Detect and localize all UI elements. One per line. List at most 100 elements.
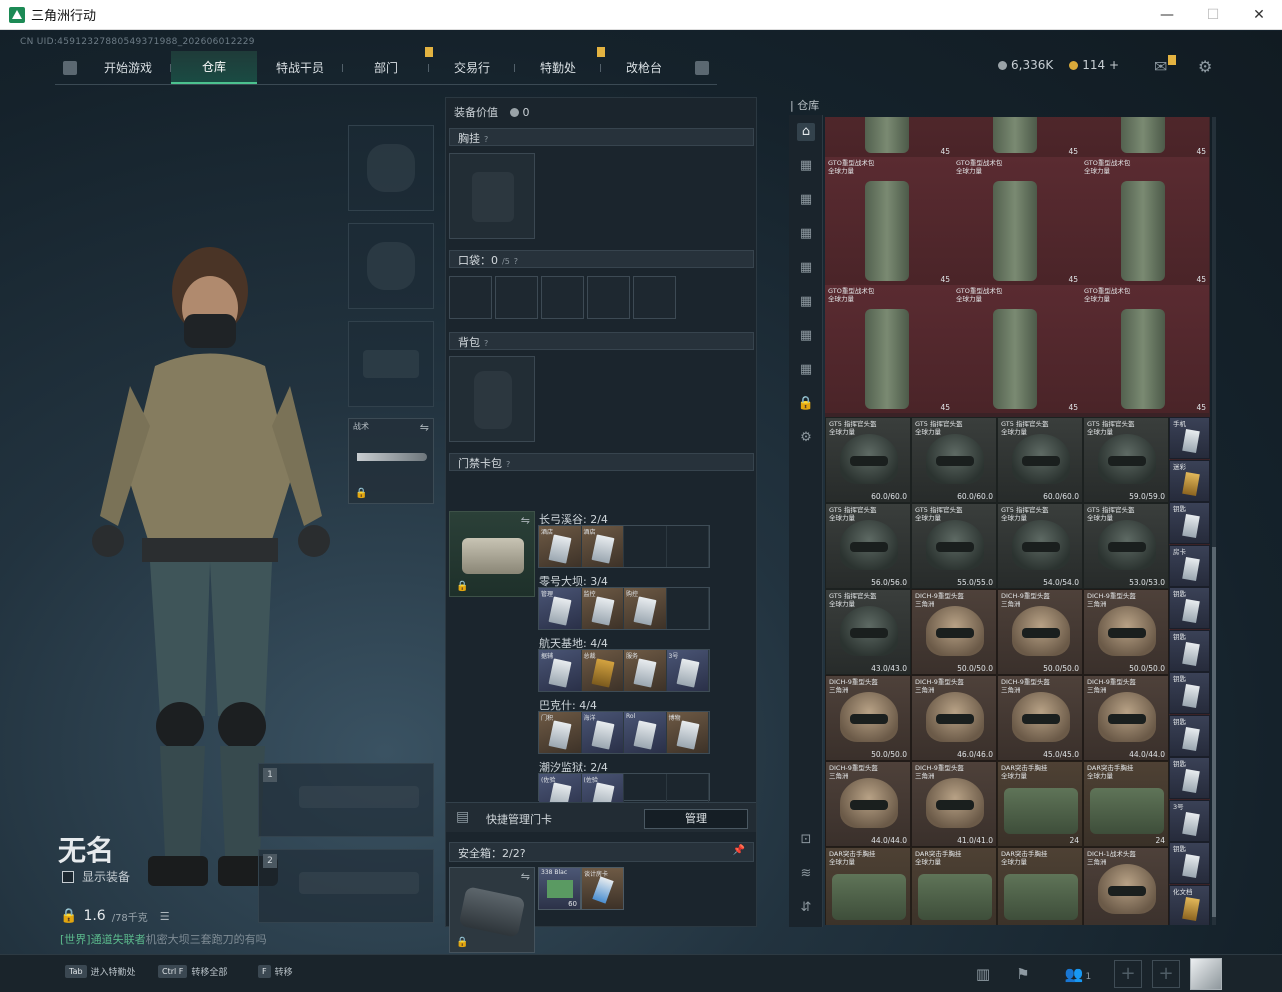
keycard-slot[interactable]: Rol [624, 712, 667, 753]
key-item[interactable]: 钥匙 [1169, 842, 1210, 884]
help-icon[interactable]: ? [514, 257, 518, 266]
manage-button[interactable]: 管理 [644, 809, 748, 829]
keycard-slot[interactable]: 据辅 [539, 650, 582, 691]
stats-chart-icon[interactable]: ▥ [970, 961, 996, 987]
friends-icon[interactable]: 👥 1 [1058, 961, 1098, 987]
safe-item-keycard[interactable]: 谈计房卡 [581, 867, 624, 910]
key-item[interactable]: 钥匙 [1169, 757, 1210, 799]
backpack-item[interactable]: 45 [953, 117, 1081, 157]
keycard-slot[interactable]: 海洋 [581, 712, 624, 753]
backpack-slot[interactable] [449, 356, 535, 442]
help-icon[interactable]: ? [520, 847, 526, 860]
avatar[interactable] [1190, 958, 1222, 990]
helmet-item[interactable]: DICH-9重型头盔 三角洲 50.0/50.0 [911, 589, 997, 675]
tab-1[interactable]: 仓库 [171, 51, 257, 84]
category-1-icon[interactable]: ▦ [797, 157, 815, 175]
swap-icon[interactable]: ⇋ [420, 421, 429, 434]
tab-5[interactable]: 特勤处 [515, 47, 605, 84]
key-item[interactable]: 化文档 [1169, 884, 1210, 925]
keycard-slot[interactable]: 酒店 [581, 526, 624, 567]
armor-slot[interactable] [348, 223, 434, 309]
helmet-item[interactable]: GT5 指挥官头盔 全球力量 60.0/60.0 [997, 417, 1083, 503]
key-item[interactable]: 钥匙 [1169, 629, 1210, 672]
helmet-slot[interactable] [348, 125, 434, 211]
help-icon[interactable]: ? [484, 339, 488, 348]
keycard-bag-slot[interactable]: ⇋ 🔒 [449, 511, 535, 597]
lock-icon[interactable]: 🔒 [797, 395, 815, 413]
helmet-item[interactable]: DICH-9重型头盔 三角洲 44.0/44.0 [825, 761, 911, 847]
pin-icon[interactable]: 📌 [733, 845, 745, 856]
keycard-slot[interactable]: 管理 [539, 588, 582, 629]
category-2-icon[interactable]: ▦ [797, 191, 815, 209]
helmet-item[interactable]: GT5 指挥官头盔 全球力量 60.0/60.0 [825, 417, 911, 503]
key-item[interactable]: 钥匙 [1169, 502, 1210, 544]
tab-4[interactable]: 交易行 [429, 51, 515, 84]
backpack-item[interactable]: 45 [1081, 117, 1209, 157]
pocket-slot[interactable] [633, 276, 676, 319]
backpack-item[interactable]: GTO重型战术包 全球力量 45 [953, 157, 1081, 285]
nav-next-button[interactable] [695, 61, 709, 75]
key-item[interactable]: 钥匙 [1169, 714, 1210, 757]
minimize-button[interactable]: — [1144, 0, 1190, 30]
helmet-item[interactable]: GT5 指挥官头盔 全球力量 59.0/59.0 [1083, 417, 1169, 503]
pistol-slot[interactable] [348, 321, 434, 407]
backpack-item[interactable]: GTO重型战术包 全球力量 45 [1081, 285, 1209, 413]
help-icon[interactable]: ? [484, 135, 488, 144]
tab-2[interactable]: 特战干员 [257, 51, 343, 84]
keycard-slot[interactable] [667, 588, 709, 629]
backpack-item[interactable]: GTO重型战术包 全球力量 45 [825, 285, 953, 413]
keycard-slot[interactable] [667, 526, 709, 567]
swap-icon[interactable]: ⇋ [521, 870, 530, 883]
show-equipment-checkbox[interactable] [62, 870, 74, 883]
hint-transfer-all[interactable]: Ctrl F 转移全部 [158, 965, 227, 978]
hint-transfer[interactable]: F 转移 [258, 965, 293, 978]
helmet-item[interactable]: DICH-9重型头盔 三角洲 50.0/50.0 [825, 675, 911, 761]
helmet-item[interactable]: DICH-9重型头盔 三角洲 41.0/41.0 [911, 761, 997, 847]
keycard-slot[interactable]: 服务 [624, 650, 667, 691]
keycard-slot[interactable]: 监控 [581, 588, 624, 629]
category-3-icon[interactable]: ▦ [797, 225, 815, 243]
pocket-slot[interactable] [587, 276, 630, 319]
melee-slot[interactable]: 战术 ⇋ 🔒 [348, 418, 434, 504]
flag-icon[interactable]: ⚑ [1010, 961, 1036, 987]
maximize-button[interactable]: ☐ [1190, 0, 1236, 30]
category-7-icon[interactable]: ▦ [797, 361, 815, 379]
backpack-item[interactable]: 45 [825, 117, 953, 157]
category-4-icon[interactable]: ▦ [797, 259, 815, 277]
gold-currency[interactable]: 114 + [1069, 58, 1119, 72]
safe-box-slot[interactable]: ⇋ 🔒 [449, 867, 535, 953]
keycard-slot[interactable]: 门积 [539, 712, 582, 753]
key-item[interactable]: 钥匙 [1169, 672, 1210, 714]
vest-item[interactable]: DAR突击手胸挂 全球力量 [825, 847, 911, 925]
backpack-item[interactable]: GTO重型战术包 全球力量 45 [953, 285, 1081, 413]
keycard-slot[interactable]: 购控 [624, 588, 667, 629]
scan-icon[interactable]: ⊡ [797, 831, 815, 849]
backpack-item[interactable]: GTO重型战术包 全球力量 45 [1081, 157, 1209, 285]
hint-enter-special-ops[interactable]: Tab 进入特勤处 [65, 965, 136, 978]
show-equipment-toggle[interactable]: 显示装备 [62, 868, 130, 885]
inventory-scrollbar[interactable] [1212, 117, 1216, 925]
category-6-icon[interactable]: ▦ [797, 327, 815, 345]
tab-3[interactable]: 部门 [343, 47, 433, 84]
key-item[interactable]: 房卡 [1169, 544, 1210, 587]
silver-currency[interactable]: 6,336K [998, 58, 1053, 72]
safe-item-ammo[interactable]: 338 Blac 60 [538, 867, 581, 910]
backpack-item[interactable]: GTO重型战术包 全球力量 45 [825, 157, 953, 285]
helmet-item[interactable]: DICH-9重型头盔 三角洲 46.0/46.0 [911, 675, 997, 761]
keycard-slot[interactable]: 总裁 [581, 650, 624, 691]
helmet-item[interactable]: DICH-9重型头盔 三角洲 50.0/50.0 [1083, 589, 1169, 675]
world-chat-message[interactable]: [世界]通道失联者机密大坝三套跑刀的有吗 [60, 931, 267, 947]
secondary-weapon-slot[interactable]: 2 [258, 849, 434, 923]
tab-0[interactable]: 开始游戏 [85, 51, 171, 84]
pocket-slot[interactable] [495, 276, 538, 319]
nav-prev-button[interactable] [63, 61, 77, 75]
vest-item[interactable]: DAR突击手胸挂 全球力量 [911, 847, 997, 925]
pocket-slot[interactable] [541, 276, 584, 319]
key-item[interactable]: 3号 [1169, 799, 1210, 842]
tab-6[interactable]: 改枪台 [601, 51, 687, 84]
helmet-item[interactable]: DICH-9重型头盔 三角洲 44.0/44.0 [1083, 675, 1169, 761]
scrollbar-thumb[interactable] [1212, 547, 1216, 917]
helmet-item[interactable]: GT5 指挥官头盔 全球力量 55.0/55.0 [911, 503, 997, 589]
helmet-item[interactable]: GT5 指挥官头盔 全球力量 60.0/60.0 [911, 417, 997, 503]
settings-gear-icon[interactable]: ⚙ [797, 429, 815, 447]
